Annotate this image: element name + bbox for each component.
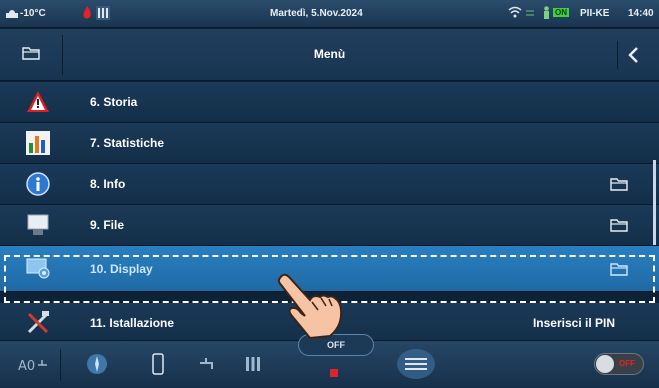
back-button[interactable] [617,41,649,69]
bar-chart-icon [26,131,50,155]
pin-required-label: Inserisci il PIN [532,316,615,330]
tools-icon [27,311,49,334]
boiler-icon[interactable]: A0 [18,355,48,375]
arrows-icon [526,10,534,16]
water-tank-icon[interactable] [152,353,164,375]
toggle-label: OFF [619,359,635,368]
status-bar: -10°C Martedì, 5.Nov.2024 ON PII-KE 14:4… [0,0,659,28]
power-toggle[interactable]: OFF [594,353,644,375]
toggle-knob [596,355,614,373]
folder-icon [610,178,628,191]
chevron-left-icon [628,47,638,63]
menu-item-statistiche[interactable]: 7. Statistiche [0,123,659,164]
menu-item-label: 9. File [90,218,125,232]
menu-lines-icon[interactable] [396,347,436,381]
bottom-separator [60,349,61,381]
radiator-icon[interactable] [244,355,262,373]
menu-item-file[interactable]: 9. File [0,205,659,246]
status-date: Martedì, 5.Nov.2024 [270,8,363,19]
menu-item-storia[interactable]: 6. Storia [0,82,659,123]
clock: 14:40 [628,8,654,19]
outdoor-temperature: -10°C [20,8,46,19]
stop-indicator-icon [330,369,338,377]
flame-icon [83,6,91,19]
menu-item-label: 11. Istallazione [90,316,175,330]
mode-badge: ON [553,8,569,17]
scrollbar[interactable] [653,160,656,245]
wifi-icon [508,6,522,18]
radiator-icon [96,6,110,20]
menu-item-label: 6. Storia [90,95,138,109]
warning-icon [27,91,49,112]
weather-icon [6,10,18,18]
title-bar: Menù [0,29,659,81]
usb-drive-icon [27,214,49,235]
device-name: PII-KE [580,8,610,19]
page-title: Menù [313,47,346,61]
menu-item-info[interactable]: 8. Info [0,164,659,205]
info-icon [26,172,50,196]
menu-item-label: 8. Info [90,177,126,191]
fan-icon[interactable] [86,353,108,375]
person-icon [544,6,549,19]
tap-icon[interactable] [198,355,216,373]
menu-item-label: 7. Statistiche [90,136,165,150]
svg-text:A0: A0 [18,359,35,374]
pointer-hand-icon [277,273,343,340]
folder-icon [610,219,628,232]
